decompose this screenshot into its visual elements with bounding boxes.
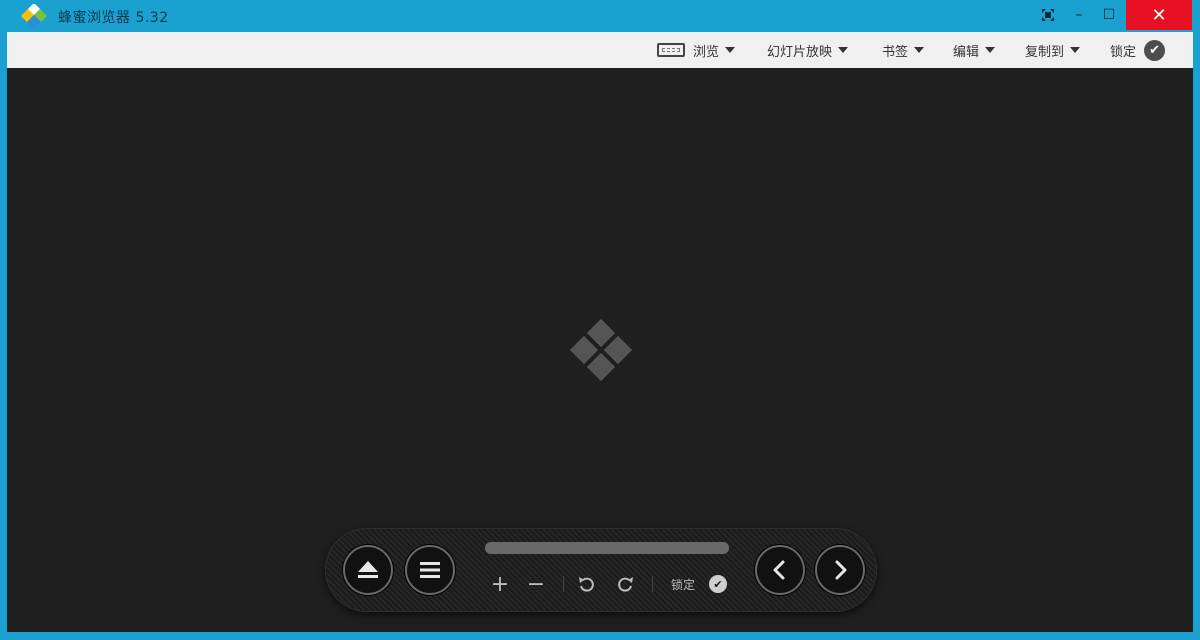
chevron-right-icon	[835, 560, 847, 580]
minus-icon: −	[526, 571, 546, 597]
menu-bookmarks-label: 书签	[882, 44, 909, 60]
fullscreen-icon	[1042, 9, 1054, 21]
browse-frame-icon	[657, 43, 685, 57]
close-button[interactable]: ✕	[1126, 0, 1192, 30]
menu-copy-to[interactable]: 复制到	[1025, 32, 1081, 68]
chevron-down-icon	[838, 47, 849, 53]
maximize-icon: ☐	[1102, 7, 1116, 23]
plus-icon: +	[490, 571, 510, 597]
rotate-left-icon	[579, 577, 594, 592]
close-icon: ✕	[1151, 4, 1167, 26]
toolbar-divider	[652, 576, 653, 592]
chevron-down-icon	[985, 47, 996, 53]
check-circle-icon[interactable]: ✔	[709, 575, 727, 593]
chevron-down-icon	[914, 47, 925, 53]
menu-slideshow-label: 幻灯片放映	[767, 44, 833, 60]
lock-label[interactable]: 锁定	[671, 576, 695, 593]
menu-bar: 浏览 幻灯片放映 书签 编辑 复制到 锁定 ✔	[7, 32, 1193, 69]
menu-slideshow[interactable]: 幻灯片放映	[767, 32, 849, 68]
zoom-out-button[interactable]: −	[524, 571, 548, 597]
app-logo-icon	[20, 4, 48, 28]
chevron-left-icon	[773, 560, 785, 580]
rotate-left-button[interactable]	[575, 572, 599, 596]
fullscreen-button[interactable]	[1034, 0, 1062, 30]
menu-bookmarks[interactable]: 书签	[882, 32, 925, 68]
check-circle-icon: ✔	[1144, 39, 1166, 61]
rotate-right-button[interactable]	[613, 572, 637, 596]
menu-copy-to-label: 复制到	[1025, 44, 1065, 60]
menu-lock-label: 锁定	[1110, 44, 1137, 60]
app-title: 蜂蜜浏览器 5.32	[58, 10, 169, 26]
maximize-button[interactable]: ☐	[1094, 0, 1124, 30]
menu-edit-label: 编辑	[953, 44, 980, 60]
progress-fill	[485, 542, 729, 554]
next-button[interactable]	[815, 545, 865, 595]
zoom-in-button[interactable]: +	[488, 571, 512, 597]
menu-browse[interactable]: 浏览	[657, 32, 736, 68]
previous-button[interactable]	[755, 545, 805, 595]
app-logo-placeholder-icon	[569, 318, 633, 382]
title-bar: 蜂蜜浏览器 5.32 – ☐ ✕	[0, 0, 1200, 32]
chevron-down-icon	[1070, 47, 1081, 53]
list-menu-icon	[420, 562, 440, 578]
minimize-button[interactable]: –	[1064, 0, 1094, 30]
eject-icon	[358, 561, 378, 578]
rotate-right-icon	[618, 577, 633, 592]
playback-control-bar: + − 锁定 ✔	[325, 528, 877, 612]
menu-lock[interactable]: 锁定 ✔	[1110, 32, 1166, 68]
menu-browse-label: 浏览	[693, 44, 720, 60]
image-viewer-area[interactable]: + − 锁定 ✔	[7, 68, 1193, 632]
progress-track[interactable]	[485, 542, 729, 554]
minimize-icon: –	[1075, 7, 1083, 23]
eject-button[interactable]	[343, 545, 393, 595]
list-menu-button[interactable]	[405, 545, 455, 595]
chevron-down-icon	[725, 47, 736, 53]
menu-edit[interactable]: 编辑	[953, 32, 996, 68]
toolbar-divider	[563, 576, 564, 592]
